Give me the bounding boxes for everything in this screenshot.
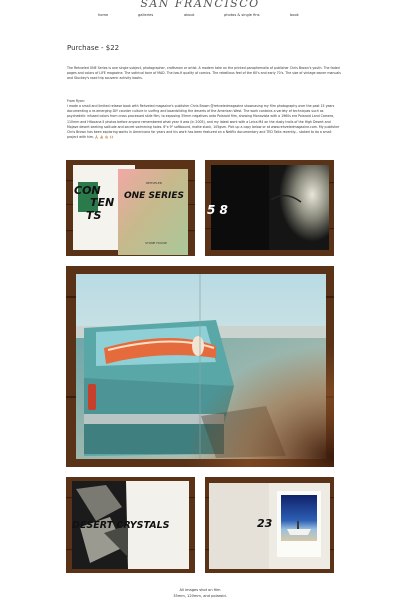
photo-desert-crystals[interactable]: DESERT CRYSTALS <box>66 477 195 573</box>
photo-book-cover-art: CON TEN TS REHVELED ONE SERIES STONE HOU… <box>66 160 195 256</box>
footer-line-1: All images shot on film <box>179 588 221 592</box>
cover-title: ONE SERIES <box>124 191 184 201</box>
nav-item-photos-single-fins[interactable]: photos & single fins <box>224 13 260 17</box>
photo-desert-crystals-art: DESERT CRYSTALS <box>66 477 195 573</box>
site-logo[interactable]: SAN FRANCISCO <box>0 0 400 8</box>
main-nav: home galleries about photos & single fin… <box>0 13 400 21</box>
from-ryan-text: I made a small and limited release book … <box>67 104 340 140</box>
contents-text-3: TS <box>86 209 102 222</box>
spread-number: 5 8 <box>207 203 228 217</box>
nav-item-book[interactable]: book <box>290 13 299 17</box>
desert-crystals-title: DESERT CRYSTALS <box>72 520 170 531</box>
nav-item-home[interactable]: home <box>98 13 108 17</box>
photo-car-art <box>66 266 334 467</box>
photo-polaroid-art: 23 <box>205 477 334 573</box>
photo-dark-spread-art: 5 8 <box>205 160 334 256</box>
nav-item-about[interactable]: about <box>184 13 194 17</box>
contents-text-2: TEN <box>90 196 114 209</box>
photo-polaroid-spread[interactable]: 23 <box>205 477 334 573</box>
cover-small-text: REHVELED <box>146 181 163 185</box>
photo-car-surfboard[interactable] <box>66 266 334 467</box>
footer-line-2: 35mm, 120mm, and polaroid. <box>173 594 227 598</box>
photo-book-cover[interactable]: CON TEN TS REHVELED ONE SERIES STONE HOU… <box>66 160 195 256</box>
photo-dark-spread[interactable]: 5 8 <box>205 160 334 256</box>
purchase-link[interactable]: Purchase - $22 <box>67 44 119 52</box>
nav-item-galleries[interactable]: galleries <box>138 13 153 17</box>
cover-subtitle: STONE HOUSE <box>145 241 167 245</box>
book-description: The Rehveled ONE Series is one single su… <box>67 66 341 81</box>
spread-number-23: 23 <box>257 517 273 530</box>
